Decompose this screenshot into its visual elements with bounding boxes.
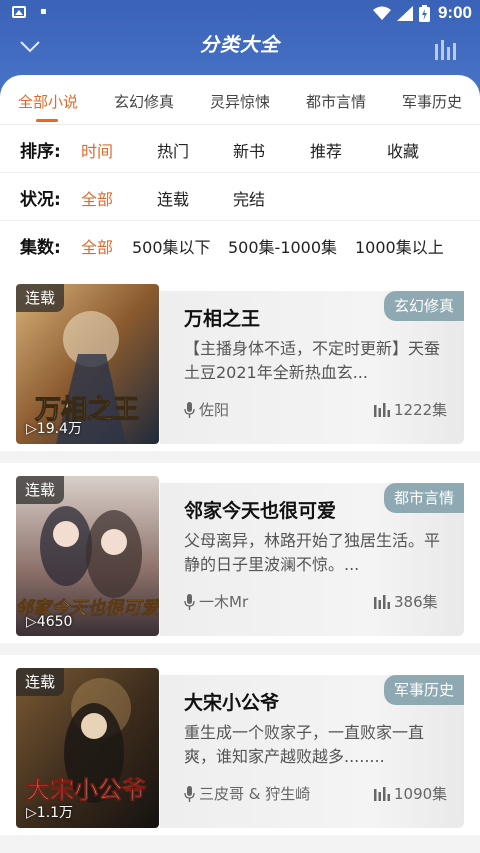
- status-badge: 连载: [16, 668, 64, 696]
- status-option-all[interactable]: 全部: [81, 186, 113, 210]
- play-count-value: 19.4万: [36, 421, 82, 437]
- book-cover[interactable]: 大宋小公爷 连载 ▷1.1万: [16, 668, 159, 828]
- book-description: 重生成一个败家子，一直败家一直爽，谁知家产越败越多........: [184, 723, 425, 766]
- episode-count: 386集: [394, 593, 438, 611]
- tab-dushi[interactable]: 都市言情: [306, 91, 366, 112]
- sort-filter-row: 排序: 时间 热门 新书 推荐 收藏: [0, 125, 480, 173]
- play-count: ▷1.1万: [26, 805, 74, 821]
- play-count: ▷19.4万: [26, 421, 82, 437]
- book-cover[interactable]: 万相之王 连载 ▷19.4万: [16, 284, 159, 444]
- status-option-serial[interactable]: 连载: [157, 186, 189, 210]
- notification-dot-icon: ▪: [40, 6, 47, 17]
- status-option-complete[interactable]: 完结: [233, 186, 265, 210]
- episodes-bars-icon: [374, 786, 390, 801]
- microphone-icon: [184, 593, 195, 610]
- svg-text:大宋小公爷: 大宋小公爷: [26, 775, 147, 804]
- play-count-value: 4650: [36, 614, 73, 630]
- status-time: 9:00: [437, 3, 472, 22]
- tab-junshi[interactable]: 军事历史: [402, 91, 462, 112]
- play-count-value: 1.1万: [36, 805, 74, 821]
- episode-count: 1222集: [394, 401, 448, 419]
- author-info: 一木Mr: [184, 591, 248, 612]
- category-tabs: 全部小说 玄幻修真 灵异惊悚 都市言情 军事历史: [0, 75, 480, 125]
- status-label: 状况:: [20, 190, 61, 210]
- tab-lingyi[interactable]: 灵异惊悚: [210, 91, 270, 112]
- status-filter-row: 状况: 全部 连载 完结: [0, 173, 480, 221]
- episodes-option-over-1000[interactable]: 1000集以上: [355, 234, 444, 258]
- sort-label: 排序:: [20, 142, 61, 162]
- battery-icon: [418, 4, 430, 22]
- play-count: ▷4650: [26, 614, 73, 630]
- status-badge: 连载: [16, 476, 64, 504]
- episodes-filter-row: 集数: 全部 500集以下 500集-1000集 1000集以上: [0, 221, 480, 269]
- book-card[interactable]: 邻家今天也很可爱 连载 ▷4650 邻家今天也很可爱 都市言情 父母离异，林路开…: [0, 463, 480, 643]
- sort-option-recommend[interactable]: 推荐: [310, 138, 342, 162]
- book-description: 父母离异，林路开始了独居生活。平静的日子里波澜不惊。...: [184, 531, 441, 574]
- card-divider: [0, 451, 480, 463]
- episode-count: 1090集: [394, 785, 448, 803]
- book-card[interactable]: 大宋小公爷 连载 ▷1.1万 大宋小公爷 军事历史 重生成一个败家子，一直败家一…: [0, 655, 480, 835]
- tab-all-novels[interactable]: 全部小说: [18, 91, 78, 112]
- book-info[interactable]: 邻家今天也很可爱 都市言情 父母离异，林路开始了独居生活。平静的日子里波澜不惊。…: [160, 483, 464, 636]
- gallery-notification-icon: [12, 6, 26, 18]
- book-title[interactable]: 万相之王: [184, 304, 260, 331]
- book-info[interactable]: 万相之王 玄幻修真 【主播身体不适，不定时更新】天蚕土豆2021年全新热血玄..…: [160, 291, 464, 444]
- book-title[interactable]: 邻家今天也很可爱: [184, 496, 336, 523]
- wifi-icon: [372, 6, 391, 20]
- episode-info: 1090集: [374, 783, 447, 804]
- book-card[interactable]: 万相之王 连载 ▷19.4万 万相之王 玄幻修真 【主播身体不适，不定时更新】天…: [0, 271, 480, 451]
- active-tab-indicator: [36, 119, 58, 122]
- author-info: 三皮哥 & 狩生崎: [184, 783, 310, 804]
- filter-panel: 全部小说 玄幻修真 灵异惊悚 都市言情 军事历史 排序: 时间 热门 新书 推荐…: [0, 75, 480, 271]
- author-name: 佐阳: [199, 401, 230, 419]
- author-name: 三皮哥 & 狩生崎: [199, 785, 311, 803]
- episode-info: 1222集: [374, 399, 447, 420]
- microphone-icon: [184, 401, 195, 418]
- book-cover[interactable]: 邻家今天也很可爱 连载 ▷4650: [16, 476, 159, 636]
- category-tag: 都市言情: [383, 483, 464, 513]
- sort-option-time[interactable]: 时间: [81, 138, 113, 162]
- category-tag: 军事历史: [383, 675, 464, 705]
- episodes-bars-icon: [374, 594, 390, 609]
- episodes-option-500-1000[interactable]: 500集-1000集: [228, 234, 337, 258]
- sort-option-hot[interactable]: 热门: [157, 138, 189, 162]
- microphone-icon: [184, 785, 195, 802]
- page-title: 分类大全: [199, 34, 280, 56]
- sort-option-favorite[interactable]: 收藏: [387, 138, 419, 162]
- sort-option-new[interactable]: 新书: [233, 138, 265, 162]
- status-bar: ▪ 9:00: [0, 0, 480, 28]
- category-tag: 玄幻修真: [383, 291, 464, 321]
- book-info[interactable]: 大宋小公爷 军事历史 重生成一个败家子，一直败家一直爽，谁知家产越败越多....…: [160, 675, 464, 828]
- tab-xuanhuan[interactable]: 玄幻修真: [114, 91, 174, 112]
- episodes-bars-icon: [374, 402, 390, 417]
- episodes-option-under-500[interactable]: 500集以下: [132, 234, 211, 258]
- ranking-bars-icon[interactable]: [434, 38, 460, 60]
- episodes-option-all[interactable]: 全部: [81, 234, 113, 258]
- author-name: 一木Mr: [199, 593, 249, 611]
- episode-info: 386集: [374, 591, 438, 612]
- book-title[interactable]: 大宋小公爷: [184, 688, 279, 715]
- status-badge: 连载: [16, 284, 64, 312]
- book-description: 【主播身体不适，不定时更新】天蚕土豆2021年全新热血玄...: [184, 339, 441, 382]
- card-divider: [0, 643, 480, 655]
- episodes-label: 集数:: [20, 238, 61, 258]
- author-info: 佐阳: [184, 399, 229, 420]
- cellular-signal-icon: [396, 5, 413, 21]
